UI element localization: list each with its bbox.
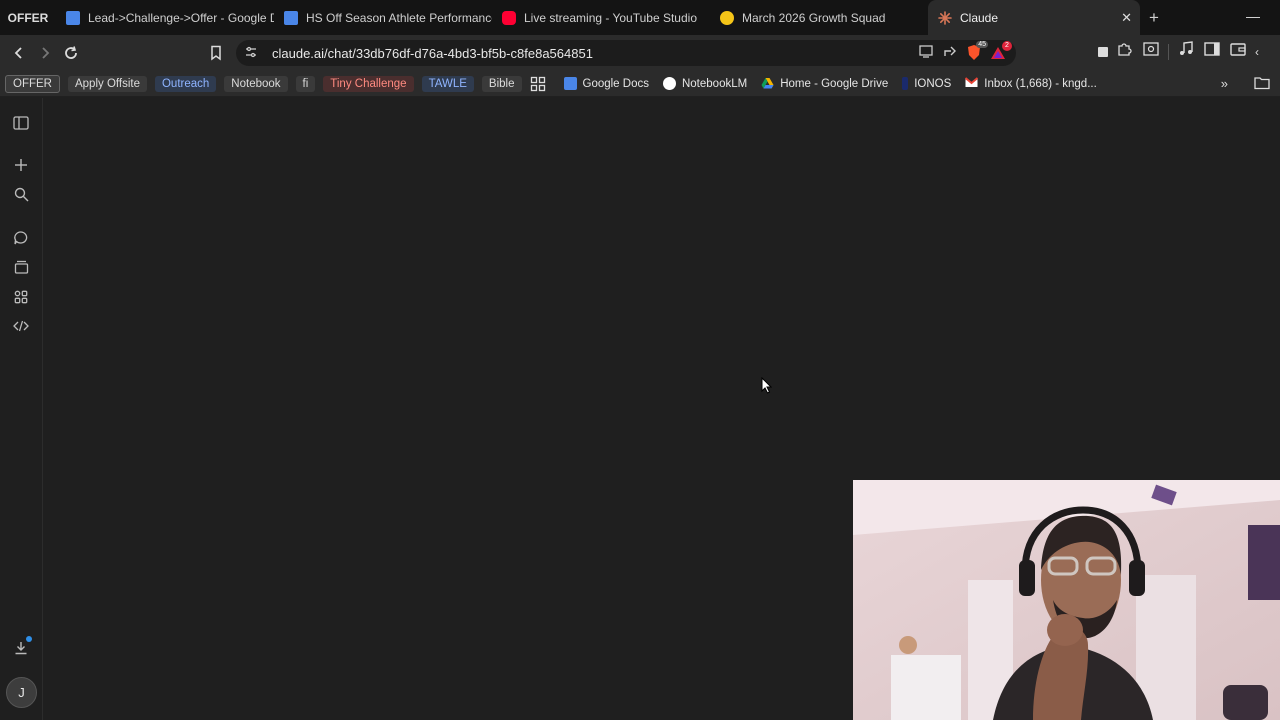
google-docs-icon: [563, 77, 577, 90]
tab-strip: OFFER Lead->Challenge->Offer - Google Dc…: [0, 0, 1280, 35]
url-text: claude.ai/chat/33db76df-d76a-4bd3-bf5b-c…: [272, 45, 593, 61]
tab-claude[interactable]: Claude ✕: [928, 0, 1140, 35]
tab-label: Lead->Challenge->Offer - Google Dc: [88, 10, 274, 25]
bookmark-offer[interactable]: OFFER: [5, 74, 60, 93]
tab-label: Live streaming - YouTube Studio: [524, 10, 697, 25]
minimize-window-button[interactable]: —: [1246, 8, 1260, 24]
bookmark-google-docs[interactable]: Google Docs: [563, 77, 649, 90]
wallet-icon[interactable]: [1229, 40, 1247, 63]
bookmark-label: Inbox (1,668) - kngd...: [984, 77, 1097, 90]
claude-sidebar: J: [0, 98, 43, 720]
new-chat-icon[interactable]: [11, 155, 31, 175]
share-icon[interactable]: [942, 43, 958, 62]
webcam-image: [853, 480, 1280, 720]
sidebar-toggle-icon[interactable]: [11, 113, 31, 133]
bookmark-apply-offsite[interactable]: Apply Offsite: [67, 75, 147, 92]
notification-dot: [26, 636, 32, 642]
google-docs-icon: [66, 10, 80, 25]
more-bookmarks-button[interactable]: »: [1221, 76, 1228, 91]
bookmark-outreach[interactable]: Outreach: [154, 75, 217, 92]
tab-label: March 2026 Growth Squad: [742, 10, 886, 25]
tab-youtube-studio[interactable]: Live streaming - YouTube Studio: [492, 0, 710, 35]
ionos-icon: [902, 77, 909, 90]
bookmark-tiny-challenge[interactable]: Tiny Challenge: [323, 75, 414, 92]
notebooklm-icon: [662, 77, 676, 90]
reload-button[interactable]: [58, 40, 84, 66]
bookmark-notebooklm[interactable]: NotebookLM: [662, 77, 748, 90]
sidebar-toggle-icon[interactable]: [1203, 40, 1221, 63]
chats-icon[interactable]: [11, 228, 31, 248]
pinned-tab-offer[interactable]: OFFER: [0, 0, 56, 35]
bookmark-label: Home - Google Drive: [780, 77, 889, 90]
address-bar[interactable]: claude.ai/chat/33db76df-d76a-4bd3-bf5b-c…: [236, 40, 1016, 66]
bookmark-ionos[interactable]: IONOS: [902, 77, 951, 90]
site-info-icon[interactable]: [244, 45, 258, 62]
claude-icon: [938, 10, 952, 25]
back-button[interactable]: [6, 40, 32, 66]
webcam-overlay: [853, 480, 1280, 720]
tab-label: HS Off Season Athlete Performance F: [306, 10, 492, 25]
bookmark-label: IONOS: [914, 77, 952, 90]
extension-icon[interactable]: [1098, 46, 1108, 57]
projects-icon[interactable]: [11, 257, 31, 277]
bookmark-label: Google Docs: [582, 77, 649, 90]
puzzle-icon[interactable]: [1116, 40, 1134, 63]
forward-button[interactable]: [32, 40, 58, 66]
artifacts-icon[interactable]: [11, 287, 31, 307]
bookmark-google-drive[interactable]: Home - Google Drive: [761, 77, 888, 90]
brave-rewards-icon[interactable]: 2: [990, 40, 1012, 61]
google-docs-icon: [284, 10, 298, 25]
close-tab-icon[interactable]: ✕: [1121, 10, 1132, 26]
new-tab-button[interactable]: +: [1140, 8, 1168, 28]
brave-shields-icon[interactable]: 45: [966, 40, 988, 62]
bookmark-label: NotebookLM: [681, 77, 748, 90]
alert-badge: 2: [1002, 40, 1012, 51]
folder-icon[interactable]: [1254, 76, 1270, 93]
bookmark-tawle[interactable]: TAWLE: [421, 75, 474, 92]
bookmark-notebook[interactable]: Notebook: [224, 75, 288, 92]
tab-lead-challenge-offer[interactable]: Lead->Challenge->Offer - Google Dc: [56, 0, 274, 35]
tab-hs-off-season[interactable]: HS Off Season Athlete Performance F: [274, 0, 492, 35]
brave-badge: 45: [976, 40, 988, 48]
browser-toolbar: claude.ai/chat/33db76df-d76a-4bd3-bf5b-c…: [0, 35, 1280, 71]
mouse-cursor-icon: [761, 376, 773, 399]
media-controls-icon[interactable]: [1177, 40, 1195, 63]
toolbar-divider: [1168, 43, 1169, 60]
code-icon[interactable]: [11, 316, 31, 336]
bookmark-fi[interactable]: fi: [295, 75, 316, 92]
extensions-row: ‹: [1098, 40, 1259, 63]
bookmark-bible[interactable]: Bible: [481, 75, 522, 92]
search-icon[interactable]: [11, 184, 31, 204]
tab-label: Claude: [960, 10, 999, 25]
menu-chevron-icon[interactable]: ‹: [1255, 45, 1259, 59]
cast-icon[interactable]: [918, 43, 934, 62]
smiley-icon: [720, 10, 734, 25]
google-drive-icon: [761, 77, 774, 90]
bookmarks-bar: OFFER Apply Offsite Outreach Notebook fi…: [0, 71, 1280, 97]
tab-growth-squad[interactable]: March 2026 Growth Squad: [710, 0, 928, 35]
gmail-icon: [965, 77, 979, 90]
youtube-icon: [502, 10, 516, 25]
bookmark-icon[interactable]: [203, 40, 229, 66]
user-avatar[interactable]: J: [6, 677, 37, 708]
apps-grid-icon[interactable]: [530, 76, 546, 92]
tab-search-icon[interactable]: [1142, 40, 1160, 63]
bookmark-gmail[interactable]: Inbox (1,668) - kngd...: [965, 77, 1097, 90]
